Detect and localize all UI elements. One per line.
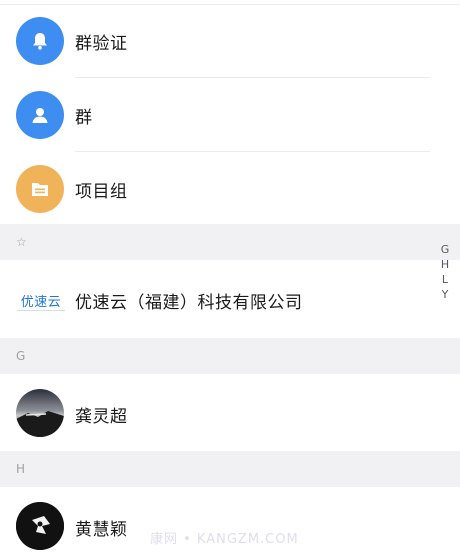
section-header-g: G: [0, 338, 460, 374]
contacts-screen: 群验证 群 项目组 ☆ 优速云 优速云（福建）科技有限公司 G 龚灵超 H 黄慧…: [0, 0, 460, 558]
alphabet-index-bar[interactable]: G H L Y: [438, 242, 452, 302]
row-label: 群: [75, 107, 93, 128]
company-row[interactable]: 优速云 优速云（福建）科技有限公司: [0, 263, 430, 337]
section-header-h: H: [0, 451, 460, 487]
logo-underline: [17, 310, 65, 311]
index-letter-g[interactable]: G: [441, 242, 450, 257]
avatar: [16, 389, 64, 437]
folder-icon: [16, 165, 64, 213]
index-letter-l[interactable]: L: [442, 272, 448, 287]
person-icon: [16, 91, 64, 139]
row-label: 优速云（福建）科技有限公司: [75, 292, 303, 313]
section-letter: H: [16, 462, 26, 476]
project-group-row[interactable]: 项目组: [0, 152, 430, 226]
row-label: 项目组: [75, 181, 128, 202]
section-letter: G: [16, 349, 26, 363]
group-verify-row[interactable]: 群验证: [0, 4, 430, 78]
contact-row[interactable]: 黄慧颖: [0, 490, 430, 558]
avatar: [16, 502, 64, 550]
index-letter-y[interactable]: Y: [442, 287, 449, 302]
section-header-star: ☆: [0, 224, 460, 260]
row-label: 龚灵超: [75, 406, 128, 427]
bell-icon: [16, 17, 64, 65]
company-logo: 优速云: [14, 285, 68, 315]
watermark: 康网 • KANGZM.COM: [150, 532, 299, 547]
index-letter-h[interactable]: H: [441, 257, 449, 272]
row-label: 黄慧颖: [75, 519, 128, 540]
company-logo-text: 优速云: [20, 294, 62, 310]
row-label: 群验证: [75, 33, 128, 54]
groups-row[interactable]: 群: [0, 78, 430, 152]
section-letter: ☆: [16, 235, 27, 249]
contact-row[interactable]: 龚灵超: [0, 377, 430, 451]
